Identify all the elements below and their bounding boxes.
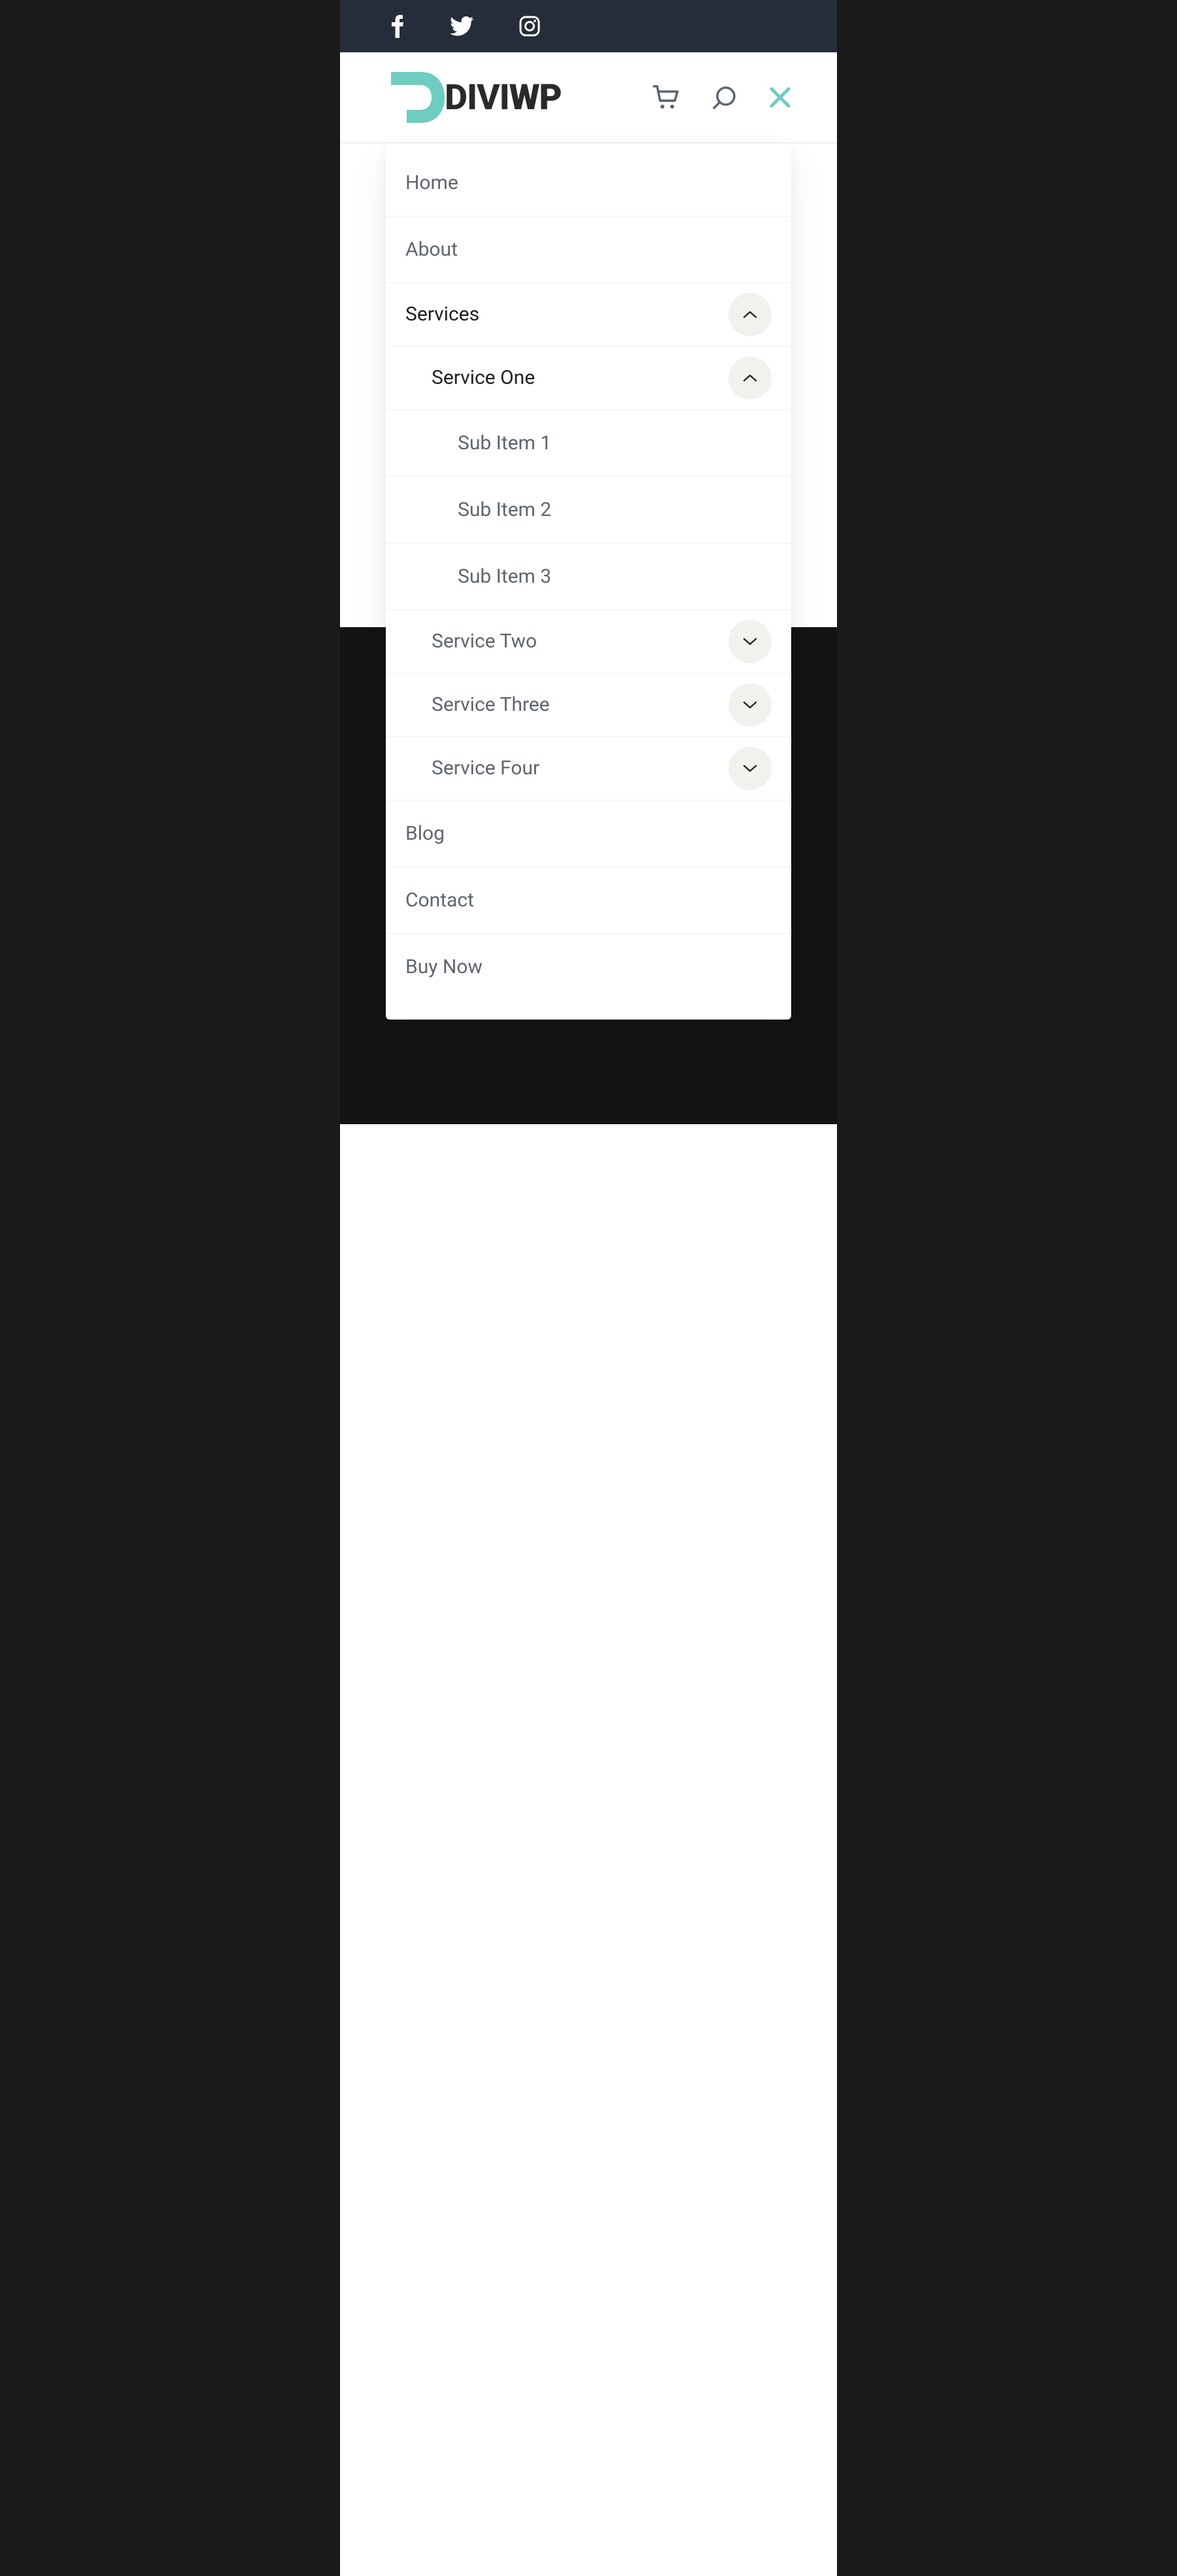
menu-item-home[interactable]: Home [386, 150, 791, 216]
chevron-up-icon[interactable] [728, 356, 772, 400]
logo-mark-icon [386, 72, 445, 123]
menu-item-services[interactable]: Services [386, 283, 791, 347]
menu-label-service-three: Service Three [432, 674, 728, 736]
menu-item-about[interactable]: About [386, 216, 791, 283]
chevron-down-icon[interactable] [728, 683, 772, 727]
menu-item-sub-2[interactable]: Sub Item 2 [386, 477, 791, 543]
search-icon[interactable] [711, 84, 738, 111]
menu-item-buy-now[interactable]: Buy Now [386, 934, 791, 1000]
menu-item-contact[interactable]: Contact [386, 867, 791, 934]
mobile-menu-panel: Home About Services [386, 143, 791, 1020]
menu-item-blog[interactable]: Blog [386, 800, 791, 867]
chevron-up-icon[interactable] [728, 293, 772, 336]
menu-item-service-three[interactable]: Service Three [386, 674, 791, 737]
logo-text: DIVIWP [445, 77, 562, 118]
menu-item-service-two[interactable]: Service Two [386, 610, 791, 674]
menu-label-services: Services [405, 283, 728, 346]
instagram-icon[interactable] [519, 16, 540, 37]
logo-text-b: WP [509, 77, 562, 118]
menu-item-service-one[interactable]: Service One [386, 347, 791, 410]
site-logo[interactable]: DIVIWP [386, 72, 562, 123]
chevron-down-icon[interactable] [728, 620, 772, 663]
below-spacer [340, 1124, 837, 2576]
cart-icon[interactable] [653, 85, 680, 110]
menu-label-service-two: Service Two [432, 610, 728, 673]
facebook-icon[interactable] [391, 14, 404, 38]
topbar [340, 0, 837, 52]
menu-label-service-one: Service One [432, 347, 728, 409]
menu-label-service-four: Service Four [432, 737, 728, 800]
chevron-down-icon[interactable] [728, 747, 772, 790]
menu-item-sub-1[interactable]: Sub Item 1 [386, 410, 791, 477]
menu-item-sub-3[interactable]: Sub Item 3 [386, 543, 791, 610]
close-icon[interactable] [769, 86, 791, 109]
menu-item-service-four[interactable]: Service Four [386, 737, 791, 800]
site-header: DIVIWP [340, 52, 837, 143]
logo-text-a: DIVI [445, 77, 509, 118]
twitter-icon[interactable] [450, 16, 473, 36]
